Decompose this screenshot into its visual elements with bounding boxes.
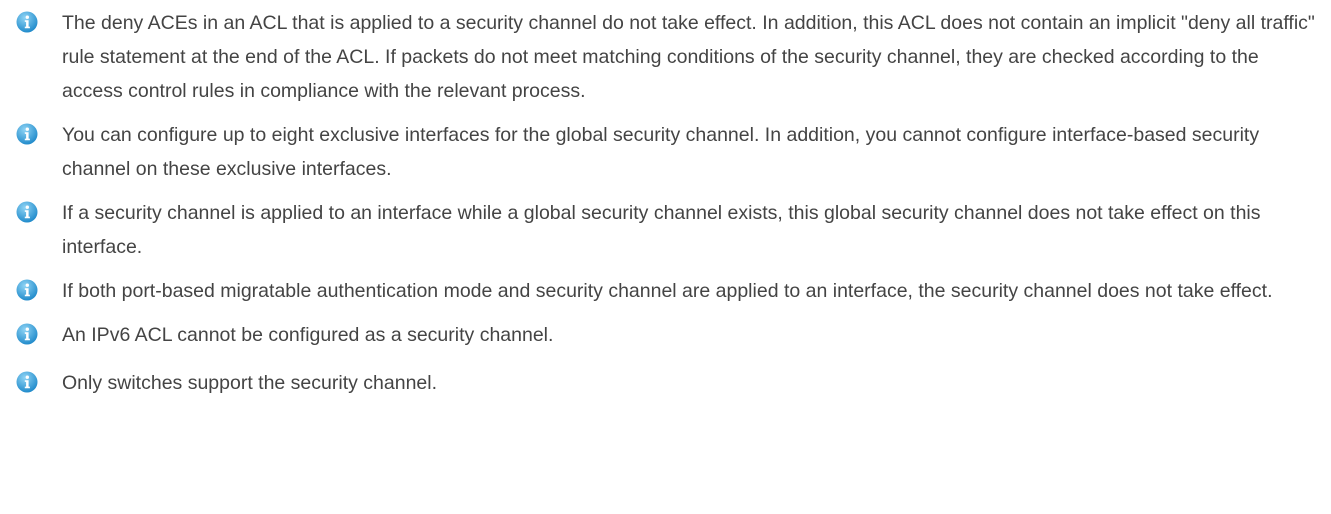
note-item: The deny ACEs in an ACL that is applied …	[0, 6, 1331, 108]
info-icon	[16, 371, 38, 393]
note-item: Only switches support the security chann…	[0, 366, 1331, 400]
info-icon	[16, 11, 38, 33]
info-icon	[16, 279, 38, 301]
note-text: The deny ACEs in an ACL that is applied …	[62, 12, 1315, 102]
notes-list: The deny ACEs in an ACL that is applied …	[0, 6, 1331, 414]
note-text: An IPv6 ACL cannot be configured as a se…	[62, 324, 554, 346]
note-item: If a security channel is applied to an i…	[0, 196, 1331, 264]
note-item: If both port-based migratable authentica…	[0, 274, 1331, 308]
note-item: An IPv6 ACL cannot be configured as a se…	[0, 318, 1331, 352]
note-text: If a security channel is applied to an i…	[62, 202, 1261, 258]
info-icon	[16, 323, 38, 345]
note-text: If both port-based migratable authentica…	[62, 280, 1273, 302]
note-item: You can configure up to eight exclusive …	[0, 118, 1331, 186]
info-icon	[16, 123, 38, 145]
note-text: Only switches support the security chann…	[62, 372, 438, 394]
info-icon	[16, 201, 38, 223]
note-text: You can configure up to eight exclusive …	[62, 124, 1260, 180]
